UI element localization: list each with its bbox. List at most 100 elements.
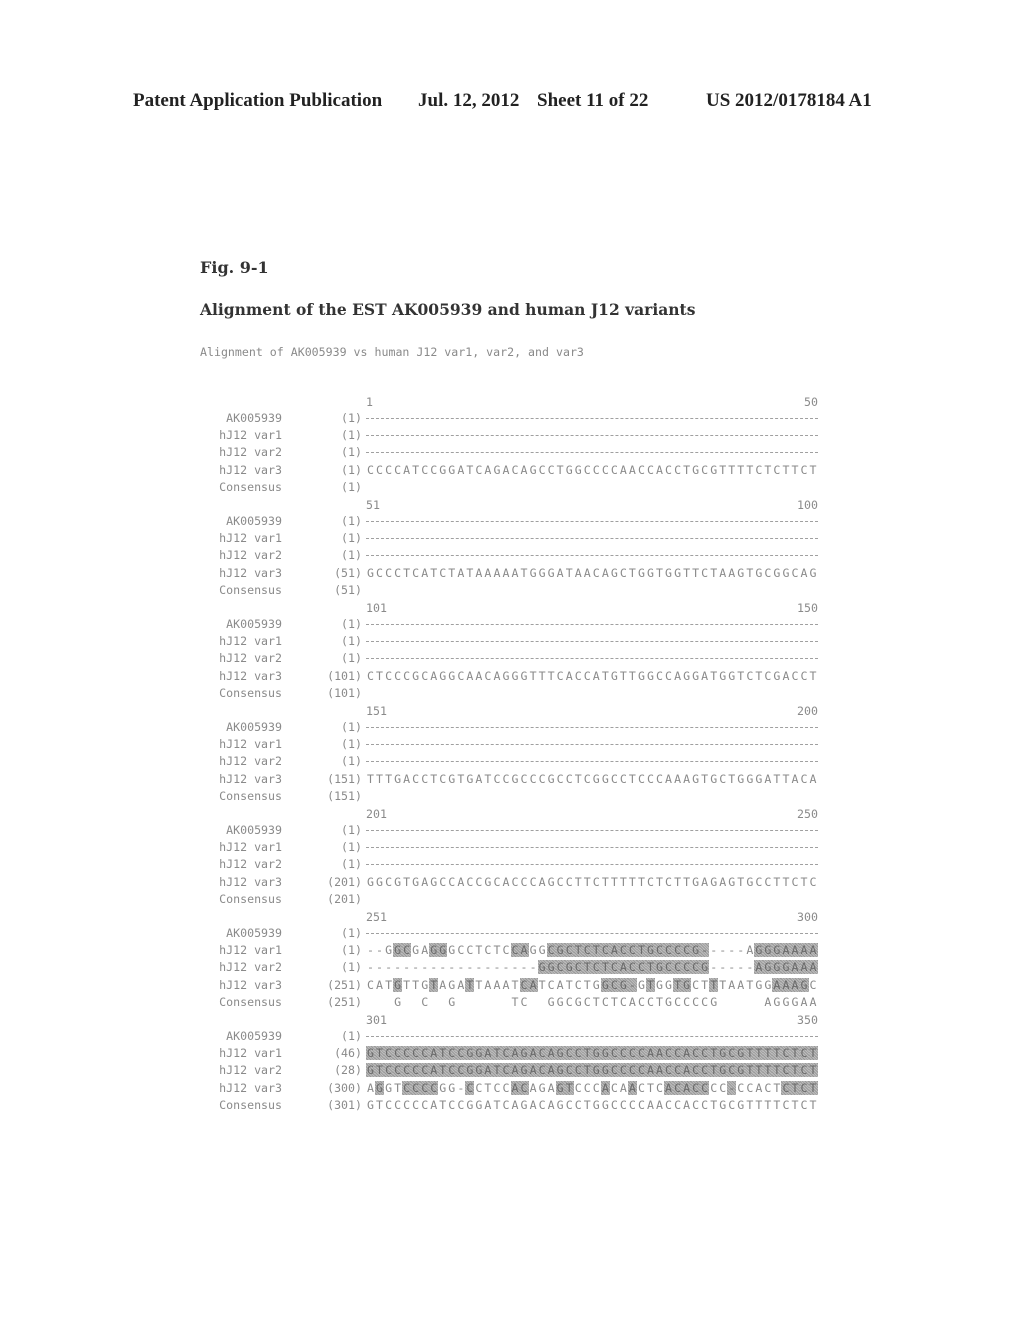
residue	[718, 892, 727, 906]
residue: T	[782, 462, 790, 477]
residue: C	[583, 668, 591, 683]
residue: T	[582, 960, 592, 975]
residue: T	[484, 1080, 492, 1095]
residue	[429, 789, 438, 803]
residue: T	[683, 565, 691, 580]
sequence-offset: (1)	[341, 926, 362, 940]
residue	[556, 583, 565, 597]
residue: T	[737, 462, 745, 477]
residue: A	[808, 943, 818, 958]
residue	[411, 995, 420, 1009]
residue	[781, 892, 790, 906]
residue: -	[719, 943, 727, 958]
residue: G	[755, 771, 763, 786]
residue	[718, 995, 727, 1009]
gap-line	[366, 641, 818, 643]
residue: C	[430, 462, 438, 477]
residue: T	[493, 1097, 501, 1112]
residue: T	[636, 943, 646, 958]
residue: C	[411, 1063, 421, 1078]
residue: T	[601, 668, 609, 683]
residue: C	[673, 943, 683, 958]
residue	[375, 789, 384, 803]
residue	[592, 480, 601, 494]
residue: G	[772, 943, 782, 958]
residue	[375, 480, 384, 494]
figure-title: Alignment of the EST AK005939 and human …	[200, 300, 696, 319]
residue: G	[737, 771, 745, 786]
residue: C	[673, 1080, 683, 1095]
residue	[790, 892, 799, 906]
residue: A	[781, 977, 791, 992]
residue	[718, 686, 727, 700]
residue	[745, 892, 754, 906]
sequence-offset: (1)	[341, 479, 362, 494]
residue: T	[475, 943, 483, 958]
residue: A	[618, 960, 628, 975]
residue: C	[556, 668, 564, 683]
gap-line	[366, 658, 818, 660]
residue: A	[800, 994, 808, 1009]
residue: G	[565, 462, 573, 477]
residue: C	[701, 1097, 709, 1112]
block-end-position: 350	[797, 1013, 818, 1027]
residue: C	[665, 874, 673, 889]
residue	[673, 892, 682, 906]
residue: C	[728, 1097, 736, 1112]
residue	[772, 892, 781, 906]
residue: T	[764, 462, 772, 477]
residue: T	[403, 874, 411, 889]
sequence-offset: (1)	[341, 737, 362, 752]
sequence-row	[366, 548, 818, 562]
residue: T	[394, 1080, 402, 1095]
residue: C	[692, 977, 700, 992]
residue: T	[764, 1097, 772, 1112]
residue: A	[781, 943, 791, 958]
residue: G	[692, 771, 700, 786]
residue: A	[701, 668, 709, 683]
block-start-position: 251	[366, 910, 387, 924]
residue	[492, 480, 501, 494]
residue	[411, 892, 420, 906]
residue	[483, 583, 492, 597]
residue	[691, 583, 700, 597]
residue: C	[799, 1063, 809, 1078]
residue: G	[656, 977, 663, 992]
residue: G	[439, 668, 447, 683]
residue: T	[439, 1097, 447, 1112]
residue	[483, 995, 492, 1009]
residue: A	[600, 1080, 610, 1095]
residue	[646, 789, 655, 803]
residue: C	[719, 1080, 727, 1095]
residue: A	[790, 943, 800, 958]
residue: T	[403, 565, 411, 580]
residue	[429, 892, 438, 906]
residue: C	[574, 977, 582, 992]
residue: C	[537, 1046, 547, 1061]
residue	[736, 583, 745, 597]
residue: C	[456, 1046, 466, 1061]
residue: G	[791, 994, 799, 1009]
residue: C	[475, 874, 483, 889]
residue: A	[592, 668, 600, 683]
residue: G	[682, 977, 692, 992]
residue: G	[755, 977, 763, 992]
residue: C	[420, 1063, 430, 1078]
residue: C	[764, 565, 772, 580]
sequence-offset: (1)	[341, 651, 362, 666]
residue	[465, 892, 474, 906]
sequence-offset: (151)	[327, 771, 362, 786]
sequence-row	[366, 634, 818, 648]
residue: C	[583, 994, 591, 1009]
residue: T	[438, 1063, 448, 1078]
residue: C	[439, 565, 447, 580]
residue: C	[574, 1097, 582, 1112]
residue	[574, 789, 583, 803]
residue: G	[438, 943, 448, 958]
residue: T	[809, 668, 817, 683]
residue: A	[421, 943, 429, 958]
residue	[628, 480, 637, 494]
residue: G	[763, 960, 773, 975]
residue	[736, 686, 745, 700]
residue	[754, 583, 763, 597]
